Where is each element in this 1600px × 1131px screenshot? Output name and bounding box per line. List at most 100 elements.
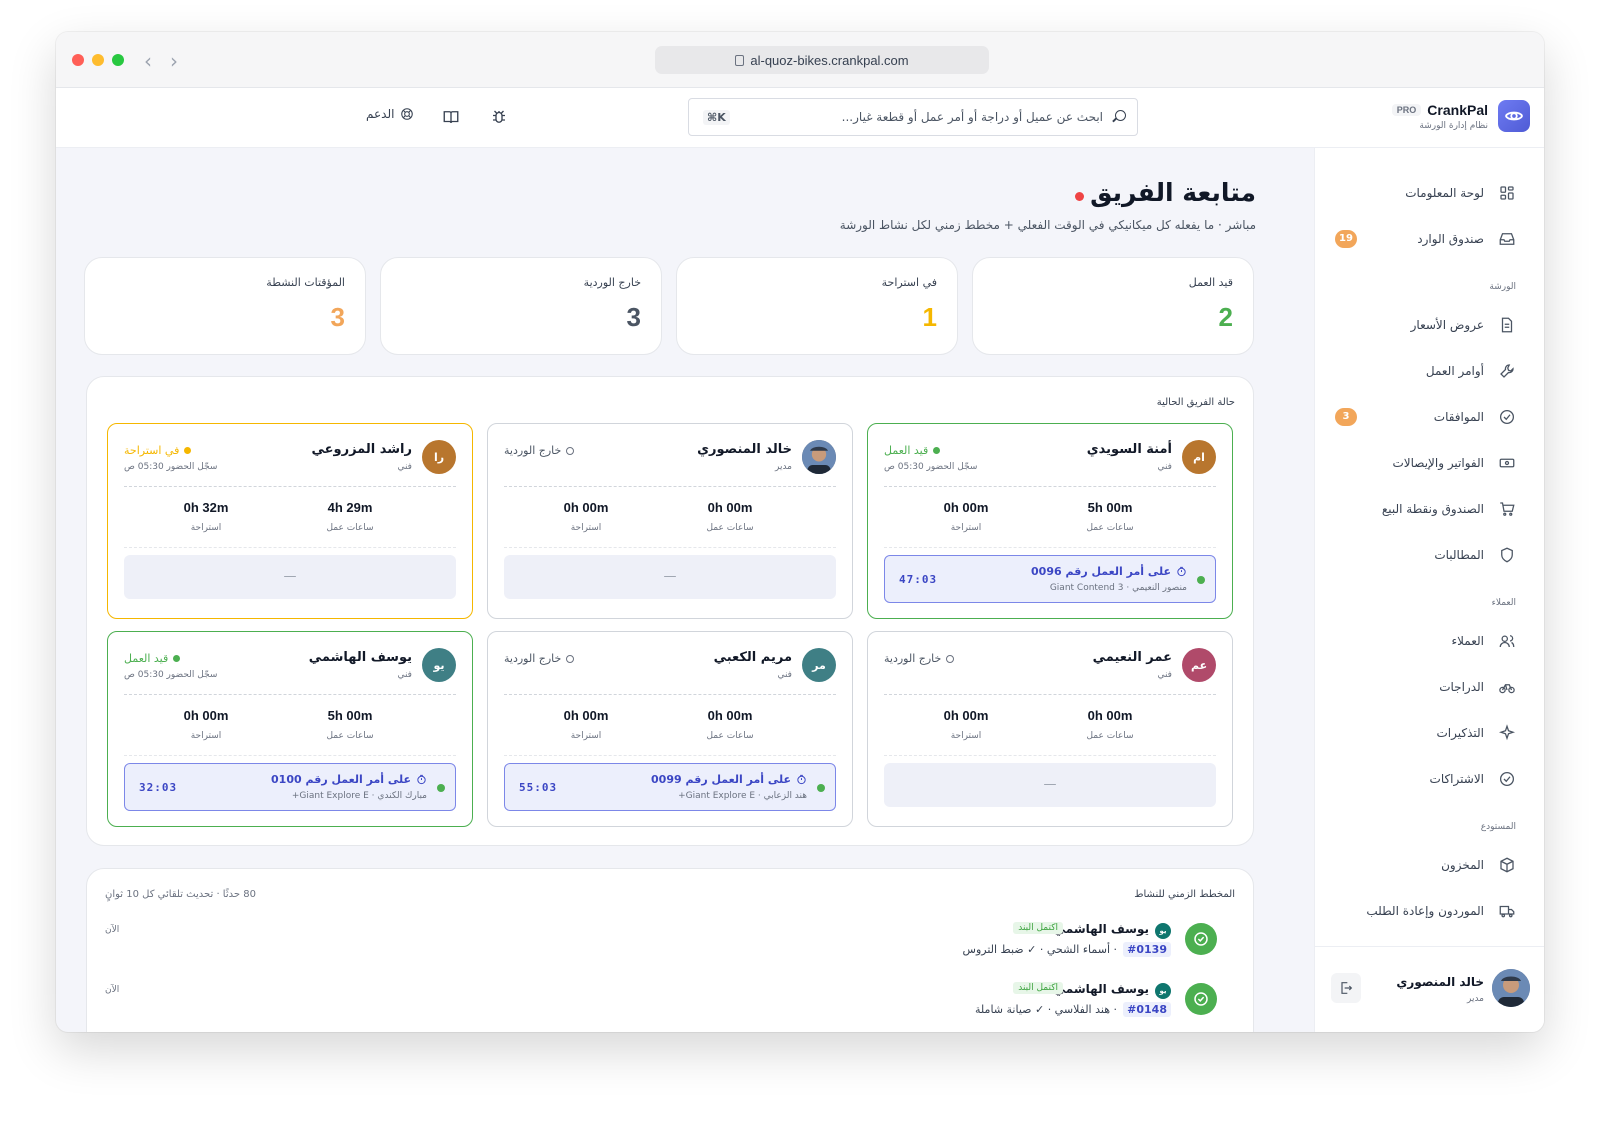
work-order-link[interactable]: #0139	[1123, 942, 1171, 957]
sidebar-item-claims[interactable]: المطالبات	[1335, 540, 1516, 570]
team-member-card[interactable]: مر مريم الكعبي فني خارج الوردية 0h 00m سا…	[487, 631, 853, 827]
sidebar-item-suppliers[interactable]: الموردون وإعادة الطلب	[1335, 896, 1516, 926]
event-time: الآن	[105, 925, 120, 935]
brand[interactable]: CrankPal PRO نظام إدارة الورشة	[1391, 100, 1530, 132]
bike-icon	[1499, 684, 1515, 694]
avatar: مر	[802, 648, 836, 682]
work-order-link[interactable]: #0148	[1123, 1002, 1171, 1017]
avatar	[802, 440, 836, 474]
pro-badge: PRO	[1391, 103, 1422, 116]
sidebar-item-customers[interactable]: العملاء	[1335, 626, 1516, 656]
metric-label: استراحة	[190, 523, 222, 533]
timer-icon	[797, 774, 806, 785]
team-member-card[interactable]: را راشد المزروعي فني في استراحة سجّل الح…	[107, 423, 473, 619]
status-badge: قيد العمل	[124, 652, 181, 665]
work-hours-metric: 5h 00m ساعات عمل	[300, 708, 400, 741]
sidebar-item-reminders[interactable]: التذكيرات	[1335, 718, 1516, 748]
metric-label: ساعات عمل	[706, 731, 754, 741]
forward-arrow-icon[interactable]: ›	[170, 49, 178, 73]
sidebar-item-label: المطالبات	[1434, 548, 1484, 562]
back-arrow-icon[interactable]: ‹	[144, 49, 152, 73]
active-job[interactable]: على أمر العمل رقم 0096 منصور النعيمي · G…	[884, 555, 1216, 603]
checkin-time: سجّل الحضور 05:30 ص	[124, 670, 218, 680]
work-hours-metric: 4h 29m ساعات عمل	[300, 500, 400, 533]
member-role: فني	[1157, 670, 1172, 680]
divider	[504, 486, 836, 487]
avatar: يو	[422, 648, 456, 682]
status-ring-icon	[566, 446, 575, 455]
sidebar-item-quotes[interactable]: عروض الأسعار	[1335, 310, 1516, 340]
metric-value: 4h 29m	[327, 500, 373, 515]
sidebar-item-dashboard[interactable]: لوحة المعلومات	[1335, 178, 1516, 208]
timeline-event[interactable]: يو يوسف الهاشمي اكتمل البند #0139 · أسما…	[105, 921, 1217, 961]
book-icon[interactable]	[442, 108, 460, 126]
member-name: مريم الكعبي	[713, 650, 792, 665]
sidebar-item-label: لوحة المعلومات	[1405, 186, 1484, 200]
logout-button[interactable]	[1331, 973, 1361, 1003]
team-status-panel: حالة الفريق الحالية ام أمنة السويدي فني …	[86, 376, 1254, 846]
sidebar-item-inbox[interactable]: صندوق الوارد 19	[1335, 224, 1516, 254]
no-active-job: —	[884, 763, 1216, 807]
global-search-input[interactable]: ⌘K ابحث عن عميل أو دراجة أو أمر عمل أو ق…	[688, 98, 1138, 136]
team-member-card[interactable]: يو يوسف الهاشمي فني قيد العمل سجّل الحضو…	[107, 631, 473, 827]
support-label: الدعم	[366, 107, 395, 121]
brand-name: CrankPal	[1427, 101, 1488, 118]
sidebar-item-approvals[interactable]: الموافقات 3	[1335, 402, 1516, 432]
sidebar-item-label: الدراجات	[1439, 680, 1484, 694]
lifebuoy-icon	[401, 108, 414, 120]
team-member-card[interactable]: خالد المنصوري مدير خارج الوردية 0h 00m سا…	[487, 423, 853, 619]
status-label: خارج الوردية	[504, 652, 562, 665]
check-circle-icon	[1499, 409, 1515, 425]
divider	[504, 755, 836, 756]
user-profile[interactable]: خالد المنصوري مدير	[1315, 946, 1544, 1032]
sidebar-item-work-orders[interactable]: أوامر العمل	[1335, 356, 1516, 386]
status-dot-icon	[184, 447, 192, 454]
metric-value: 0h 00m	[943, 500, 989, 515]
sidebar-item-label: صندوق الوارد	[1417, 232, 1484, 246]
sidebar-item-subscriptions[interactable]: الاشتراكات	[1335, 764, 1516, 794]
team-member-card[interactable]: عم عمر النعيمي فني خارج الوردية 0h 00m سا…	[867, 631, 1233, 827]
bug-icon[interactable]	[490, 108, 508, 126]
status-badge: خارج الوردية	[884, 652, 955, 665]
sidebar-section-warehouse: المستودع	[1480, 822, 1516, 832]
active-job[interactable]: على أمر العمل رقم 0100 مبارك الكندي · Gi…	[124, 763, 456, 811]
sidebar-item-pos[interactable]: الصندوق ونقطة البيع	[1335, 494, 1516, 524]
avatar: ام	[1182, 440, 1216, 474]
sidebar-item-invoices[interactable]: الفواتير والإيصالات	[1335, 448, 1516, 478]
divider	[504, 547, 836, 548]
metric-value: 0h 00m	[183, 708, 229, 723]
event-time: الآن	[105, 985, 120, 995]
member-role: فني	[397, 670, 412, 680]
main-content: متابعة الفريق مباشر · ما يفعله كل ميكاني…	[56, 148, 1314, 1032]
address-bar[interactable]: al-quoz-bikes.crankpal.com	[655, 46, 989, 74]
stat-card-working: قيد العمل 2	[972, 257, 1254, 355]
break-metric: 0h 00m استراحة	[916, 500, 1016, 533]
event-tag: اكتمل البند	[1013, 982, 1063, 994]
member-name: راشد المزروعي	[311, 442, 413, 457]
metric-value: 5h 00m	[327, 708, 373, 723]
sidebar-item-inventory[interactable]: المخزون	[1335, 850, 1516, 880]
activity-timeline: المخطط الزمني للنشاط 80 حدثًا · تحديث تل…	[86, 868, 1254, 1032]
timeline-event[interactable]: يو يوسف الهاشمي اكتمل البند #0148 · هند …	[105, 981, 1217, 1021]
maximize-window-button[interactable]	[112, 54, 124, 66]
member-name: خالد المنصوري	[697, 442, 792, 457]
sidebar-section-workshop: الورشة	[1489, 282, 1516, 292]
sidebar-item-bikes[interactable]: الدراجات	[1335, 672, 1516, 702]
url-text: al-quoz-bikes.crankpal.com	[750, 52, 909, 68]
divider	[504, 694, 836, 695]
event-tag: اكتمل البند	[1013, 922, 1063, 934]
team-member-card[interactable]: ام أمنة السويدي فني قيد العمل سجّل الحضو…	[867, 423, 1233, 619]
divider	[124, 486, 456, 487]
member-role: فني	[777, 670, 792, 680]
active-job[interactable]: على أمر العمل رقم 0099 هند الزعابي · Gia…	[504, 763, 836, 811]
close-window-button[interactable]	[72, 54, 84, 66]
no-active-job: —	[124, 555, 456, 599]
metric-label: ساعات عمل	[1086, 731, 1134, 741]
status-ring-icon	[566, 654, 575, 663]
minimize-window-button[interactable]	[92, 54, 104, 66]
metric-label: استراحة	[570, 731, 602, 741]
sidebar-item-label: الاشتراكات	[1429, 772, 1484, 786]
event-description: · أسماء الشحي · ✓ ضبط التروس	[962, 943, 1117, 956]
sparkle-icon	[1498, 724, 1516, 741]
support-link[interactable]: الدعم	[366, 107, 414, 121]
